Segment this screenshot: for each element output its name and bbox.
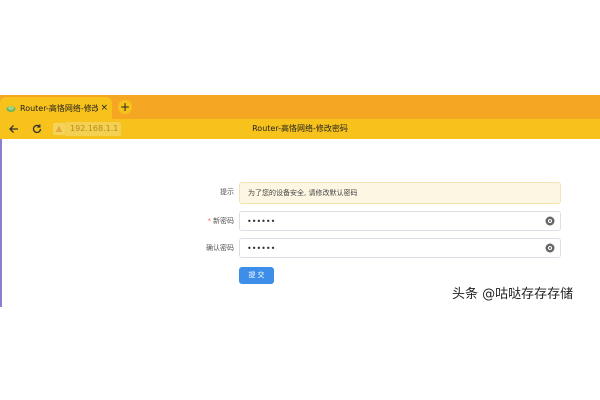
confirm-password-input[interactable] [239, 238, 561, 258]
show-password-icon[interactable] [545, 243, 555, 253]
tab-title: Router-高恪网络-修改密 [20, 103, 99, 113]
new-password-input[interactable] [239, 211, 561, 231]
browser-tab[interactable]: Router-高恪网络-修改密 × [0, 97, 112, 119]
tab-close-icon[interactable]: × [100, 103, 108, 113]
page-title: Router-高恪网络-修改密码 [252, 124, 348, 133]
confirm-password-row: 确认密码 [190, 238, 562, 258]
show-password-icon[interactable] [545, 216, 555, 226]
new-password-label-text: 新密码 [213, 217, 234, 225]
new-tab-button[interactable]: + [118, 100, 132, 114]
hint-row: 提示 为了您的设备安全, 请修改默认密码 [190, 182, 562, 204]
tab-bar: Router-高恪网络-修改密 × + [0, 95, 600, 119]
required-mark: * [207, 217, 212, 225]
browser-toolbar: 192.168.1.1 Router-高恪网络-修改密码 [0, 119, 600, 139]
router-favicon-icon [6, 106, 16, 112]
watermark: 头条 @咕哒存存存储 [452, 287, 574, 302]
confirm-password-label: 确认密码 [206, 244, 234, 252]
hint-label: 提示 [220, 188, 234, 196]
submit-button[interactable]: 提 交 [239, 267, 274, 284]
new-password-row: * 新密码 [190, 211, 562, 231]
new-password-label: * 新密码 [190, 211, 235, 231]
hint-message: 为了您的设备安全, 请修改默认密码 [239, 182, 561, 204]
